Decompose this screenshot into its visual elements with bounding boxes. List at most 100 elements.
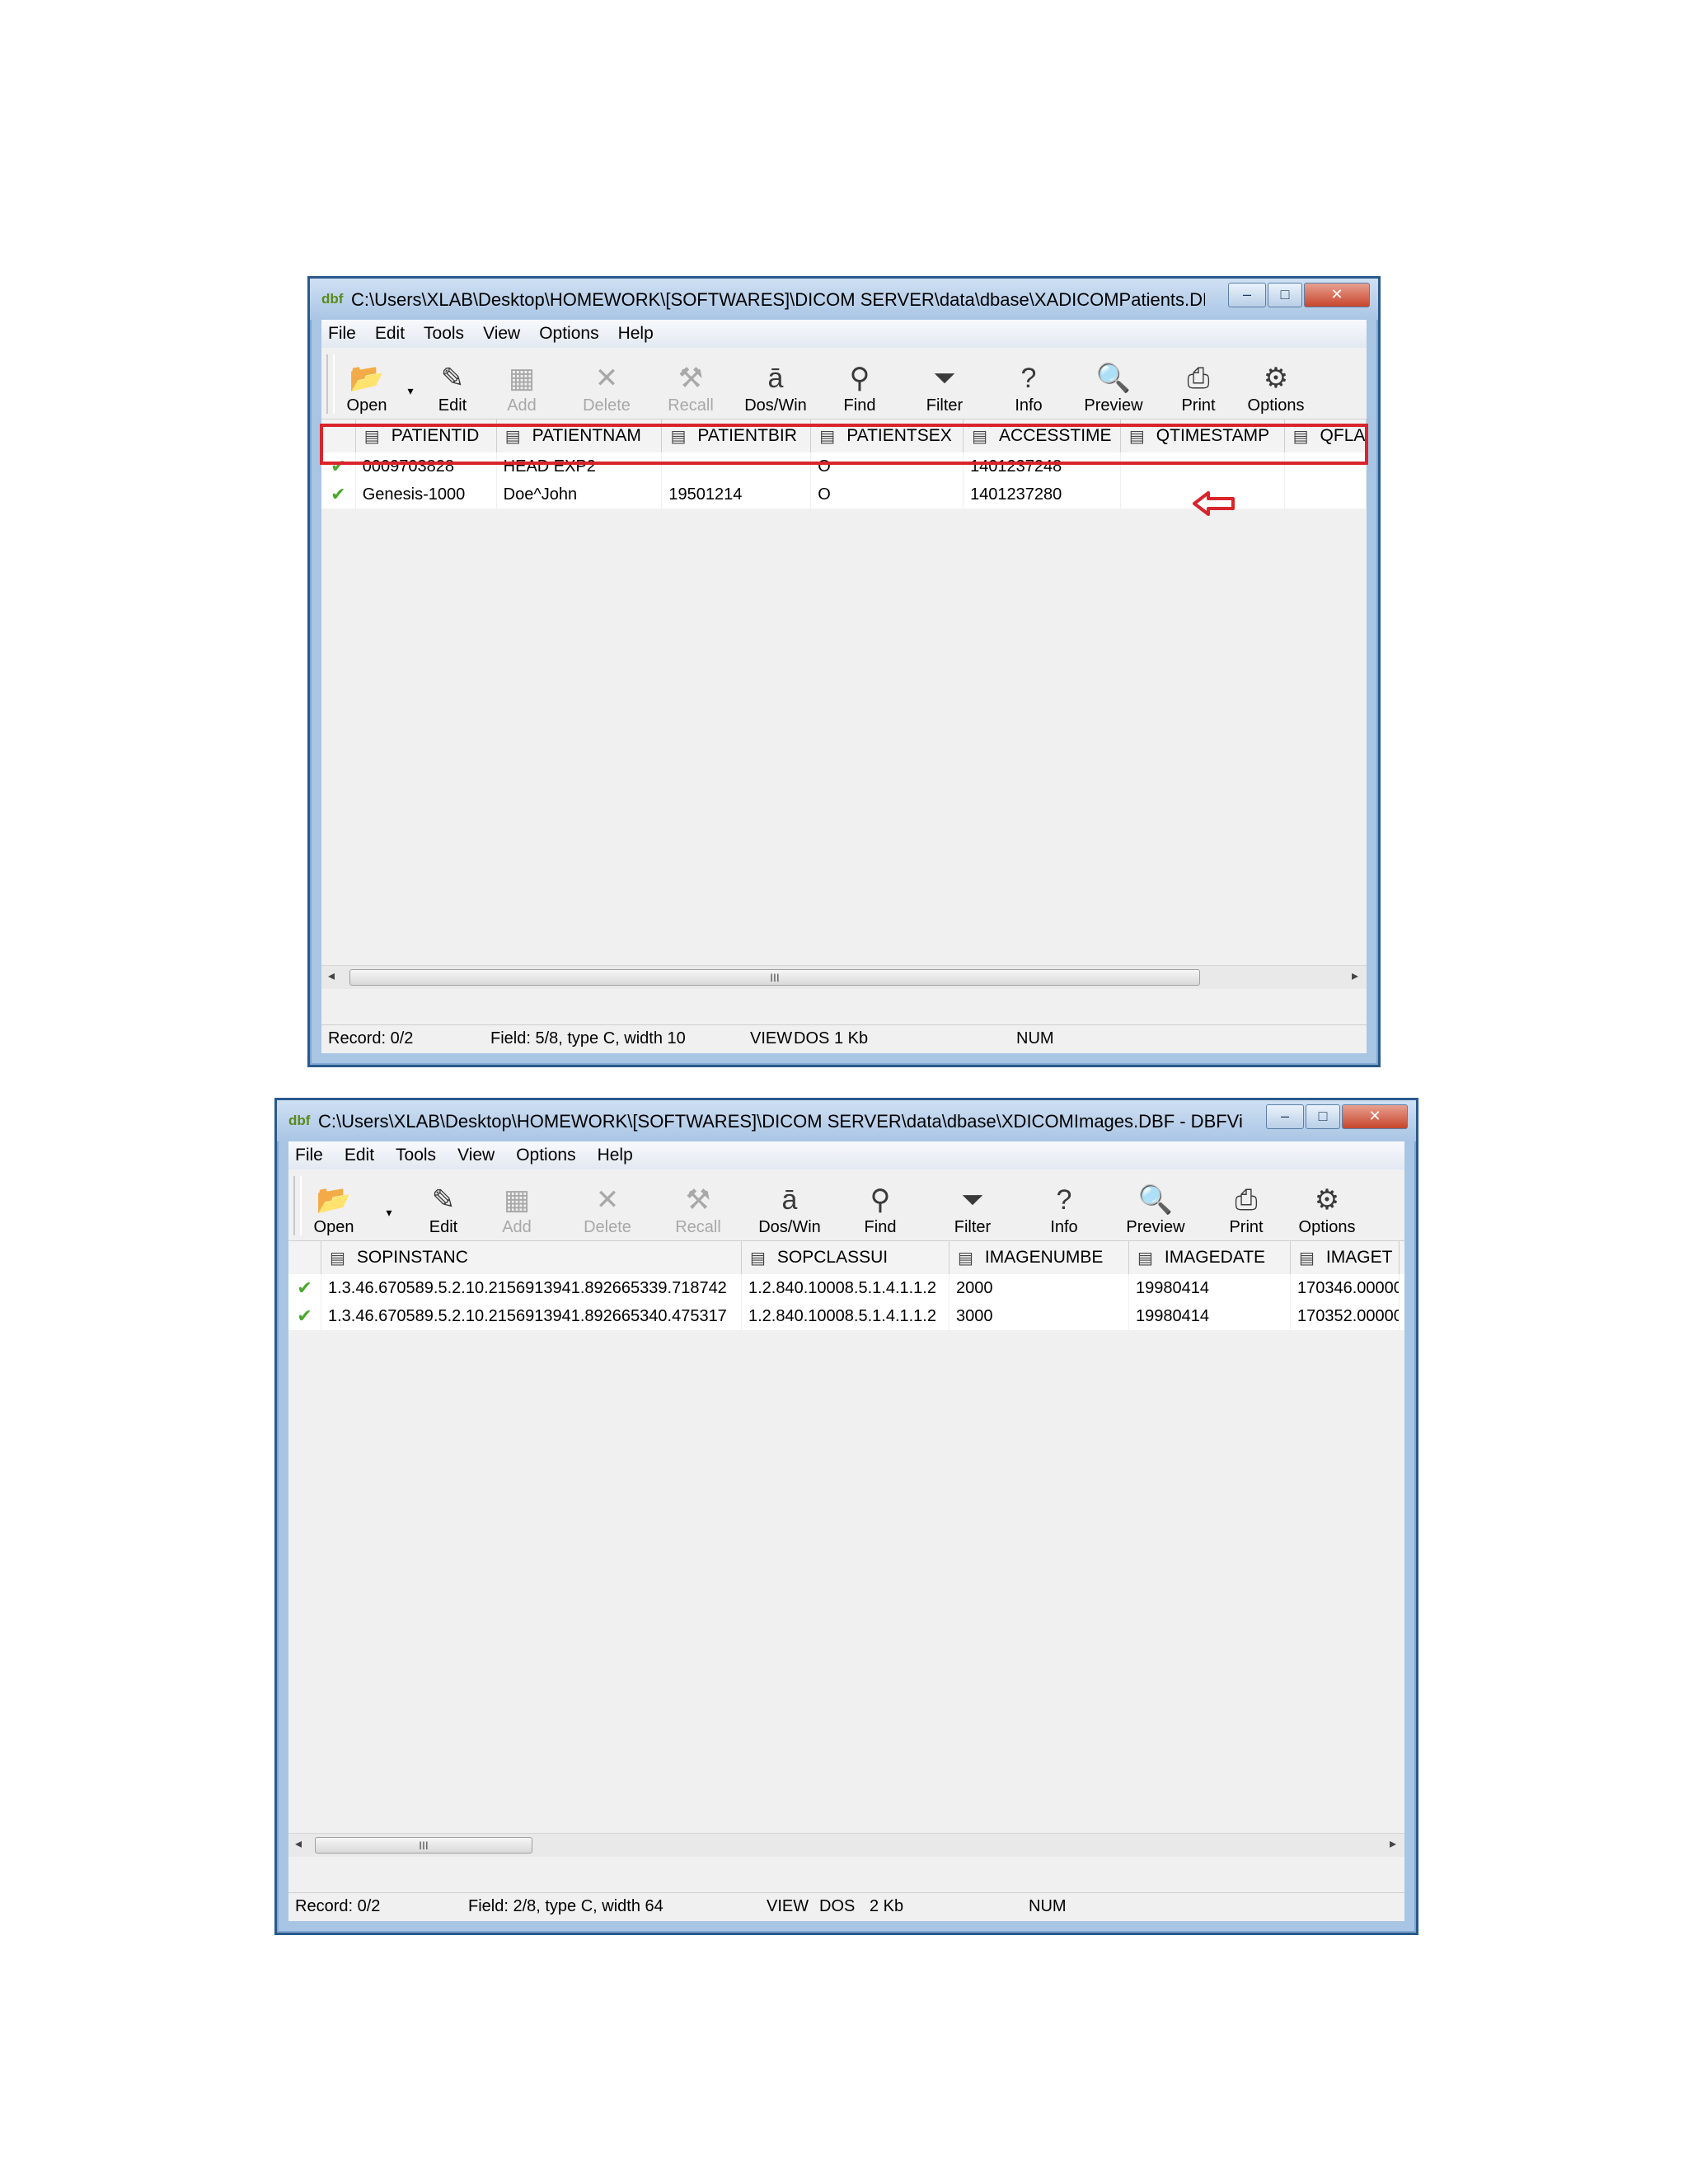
- close-button[interactable]: ✕: [1304, 283, 1370, 307]
- open-dropdown-arrow-icon[interactable]: ▾: [396, 384, 425, 398]
- table-cell[interactable]: 19980414: [1129, 1302, 1291, 1330]
- edit-icon: ✎: [431, 1184, 456, 1216]
- menu-help[interactable]: Help: [598, 1146, 633, 1165]
- open-button[interactable]: 📂 Open: [305, 1174, 363, 1240]
- status-bar: Record: 0/2 Field: 2/8, type C, width 64…: [288, 1892, 1404, 1921]
- menu-view[interactable]: View: [483, 324, 520, 344]
- column-header[interactable]: ▤ SOPINSTANC: [321, 1241, 742, 1274]
- toolbar: 📂 Open ▾ ✎ Edit ▦ Add ✕ Delete ⚒ Recall ā Dos/…: [321, 348, 1367, 419]
- delete-label: Delete: [583, 396, 631, 415]
- title-bar[interactable]: dbf C:\Users\XLAB\Desktop\HOMEWORK\[SOFT…: [277, 1100, 1416, 1141]
- delete-button[interactable]: ✕ Delete: [562, 1174, 653, 1240]
- column-header[interactable]: ▤ IMAGET: [1291, 1241, 1400, 1274]
- minimize-button[interactable]: –: [1266, 1104, 1304, 1129]
- menu-edit[interactable]: Edit: [375, 324, 405, 344]
- options-button[interactable]: ⚙ Options: [1289, 1174, 1365, 1240]
- table-cell[interactable]: 3000: [950, 1302, 1129, 1330]
- close-button[interactable]: ✕: [1342, 1104, 1408, 1129]
- table-cell[interactable]: Genesis-1000: [356, 480, 497, 509]
- table-cell[interactable]: 19501214: [662, 480, 812, 509]
- open-dropdown-arrow-icon[interactable]: ▾: [363, 1206, 415, 1220]
- filter-label: Filter: [926, 396, 964, 415]
- column-header-label: SOPINSTANC: [356, 1248, 468, 1267]
- dos-win-button[interactable]: ā Dos/Win: [743, 1174, 836, 1240]
- info-button[interactable]: ? Info: [989, 353, 1068, 419]
- print-button[interactable]: ⎙ Print: [1203, 1174, 1289, 1240]
- options-icon: ⚙: [1263, 363, 1289, 394]
- filter-button[interactable]: ⏷ Filter: [900, 353, 989, 419]
- info-button[interactable]: ? Info: [1020, 1174, 1108, 1240]
- table-cell[interactable]: 1.3.46.670589.5.2.10.2156913941.89266534…: [321, 1302, 742, 1330]
- minimize-button[interactable]: –: [1228, 283, 1266, 307]
- find-button[interactable]: ⚲ Find: [836, 1174, 925, 1240]
- menu-file[interactable]: File: [328, 324, 356, 344]
- print-button[interactable]: ⎙ Print: [1159, 353, 1238, 419]
- magnifier-icon: ⚲: [870, 1184, 891, 1216]
- scroll-right-arrow-icon[interactable]: ▸: [1352, 968, 1358, 984]
- table-cell[interactable]: 1.3.46.670589.5.2.10.2156913941.89266533…: [321, 1274, 742, 1302]
- menu-tools[interactable]: Tools: [396, 1146, 436, 1165]
- preview-button[interactable]: 🔍 Preview: [1108, 1174, 1203, 1240]
- table-cell[interactable]: [1285, 480, 1367, 509]
- toolbar-grip[interactable]: [293, 1176, 302, 1235]
- text-field-icon: ▤: [1299, 1249, 1315, 1268]
- add-button[interactable]: ▦ Add: [480, 353, 564, 419]
- table-cell[interactable]: 19980414: [1129, 1274, 1291, 1302]
- horizontal-scrollbar[interactable]: ◂ III ▸: [321, 965, 1367, 989]
- toolbar-grip[interactable]: [326, 354, 335, 414]
- dos-win-button[interactable]: ā Dos/Win: [732, 353, 819, 419]
- status-field: Field: 5/8, type C, width 10: [490, 1029, 686, 1047]
- scrollbar-thumb[interactable]: III: [315, 1837, 532, 1854]
- recall-button[interactable]: ⚒ Recall: [653, 1174, 743, 1240]
- info-help-icon: ?: [1056, 1184, 1072, 1216]
- column-header[interactable]: ▤ IMAGEDATE: [1129, 1241, 1291, 1274]
- table-cell[interactable]: 2000: [950, 1274, 1129, 1302]
- table-cell[interactable]: O: [811, 480, 964, 509]
- menu-tools[interactable]: Tools: [424, 324, 464, 344]
- text-field-icon: ▤: [1137, 1249, 1153, 1268]
- menu-bar: File Edit Tools View Options Help: [288, 1141, 1404, 1169]
- menu-file[interactable]: File: [295, 1146, 323, 1165]
- recall-button[interactable]: ⚒ Recall: [649, 353, 732, 419]
- maximize-button[interactable]: □: [1306, 1104, 1340, 1129]
- options-button[interactable]: ⚙ Options: [1238, 353, 1314, 419]
- menu-view[interactable]: View: [457, 1146, 495, 1165]
- table-row[interactable]: ✔ 1.3.46.670589.5.2.10.2156913941.892665…: [288, 1274, 1404, 1302]
- scrollbar-thumb[interactable]: III: [349, 969, 1200, 986]
- options-icon: ⚙: [1314, 1184, 1340, 1216]
- delete-button[interactable]: ✕ Delete: [564, 353, 649, 419]
- menu-edit[interactable]: Edit: [345, 1146, 374, 1165]
- status-view: VIEW: [750, 1029, 793, 1047]
- menu-options[interactable]: Options: [539, 324, 598, 344]
- table-cell[interactable]: 170352.00000: [1291, 1302, 1400, 1330]
- table-cell[interactable]: 1401237280: [964, 480, 1121, 509]
- preview-label: Preview: [1126, 1218, 1185, 1236]
- horizontal-scrollbar[interactable]: ◂ III ▸: [288, 1833, 1404, 1857]
- table-row[interactable]: ✔ 1.3.46.670589.5.2.10.2156913941.892665…: [288, 1302, 1404, 1330]
- data-grid[interactable]: ▤ SOPINSTANC ▤ SOPCLASSUI ▤ IMAGENUMBE ▤ IMA…: [288, 1241, 1404, 1861]
- title-bar[interactable]: dbf C:\Users\XLAB\Desktop\HOMEWORK\[SOFT…: [310, 279, 1378, 320]
- edit-button[interactable]: ✎ Edit: [425, 353, 480, 419]
- find-button[interactable]: ⚲ Find: [819, 353, 900, 419]
- table-cell[interactable]: 1.2.840.10008.5.1.4.1.1.2: [742, 1302, 950, 1330]
- scroll-left-arrow-icon[interactable]: ◂: [295, 1835, 302, 1852]
- maximize-button[interactable]: □: [1268, 283, 1302, 307]
- open-button[interactable]: 📂 Open: [338, 353, 396, 419]
- preview-button[interactable]: 🔍 Preview: [1068, 353, 1159, 419]
- table-cell[interactable]: 1.2.840.10008.5.1.4.1.1.2: [742, 1274, 950, 1302]
- edit-button[interactable]: ✎ Edit: [415, 1174, 471, 1240]
- menu-options[interactable]: Options: [516, 1146, 575, 1165]
- column-header[interactable]: ▤ SOPCLASSUI: [742, 1241, 950, 1274]
- edit-label: Edit: [429, 1218, 458, 1236]
- scroll-left-arrow-icon[interactable]: ◂: [328, 968, 335, 984]
- recall-label: Recall: [675, 1218, 721, 1236]
- column-header[interactable]: ▤ IMAGENUMBE: [950, 1241, 1129, 1274]
- table-cell[interactable]: 170346.00000: [1291, 1274, 1400, 1302]
- menu-help[interactable]: Help: [618, 324, 654, 344]
- add-button[interactable]: ▦ Add: [471, 1174, 562, 1240]
- status-view: VIEW: [767, 1897, 809, 1915]
- scroll-right-arrow-icon[interactable]: ▸: [1390, 1835, 1396, 1852]
- filter-label: Filter: [954, 1218, 992, 1236]
- filter-button[interactable]: ⏷ Filter: [925, 1174, 1020, 1240]
- table-cell[interactable]: Doe^John: [497, 480, 663, 509]
